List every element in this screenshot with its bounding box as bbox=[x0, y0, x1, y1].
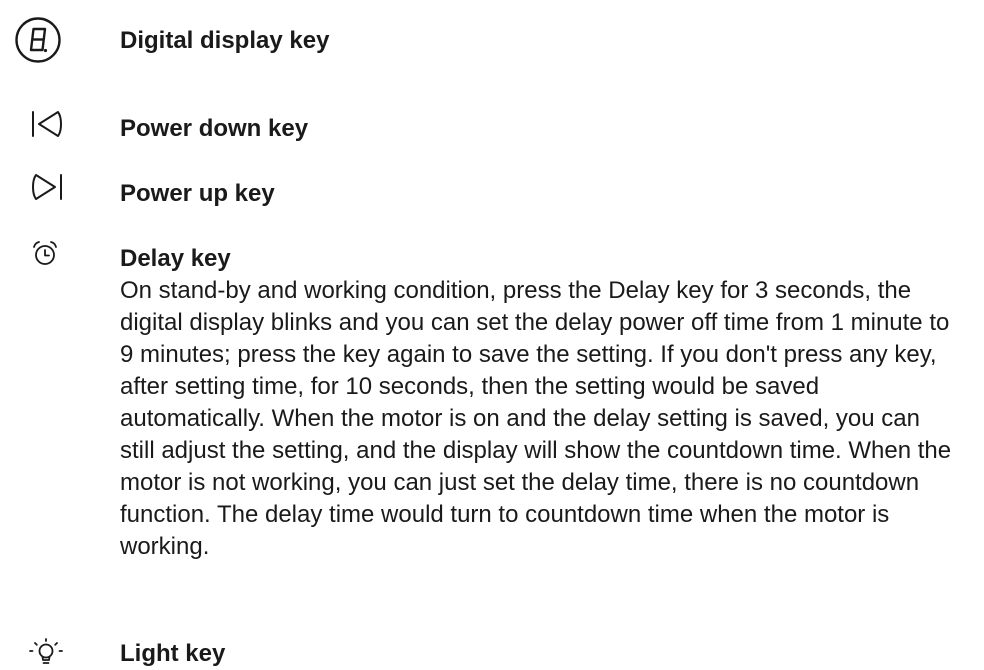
manual-item-power-up: Power up key bbox=[0, 173, 984, 213]
item-title: Light key bbox=[120, 640, 226, 667]
item-title: Delay key bbox=[120, 245, 231, 272]
light-bulb-icon bbox=[29, 638, 63, 664]
power-up-icon bbox=[32, 174, 62, 200]
item-title: Power down key bbox=[120, 115, 309, 142]
item-title: Power up key bbox=[120, 180, 275, 207]
manual-item-digital-display: Digital display key bbox=[0, 16, 984, 66]
alarm-clock-icon bbox=[33, 241, 57, 265]
power-down-icon bbox=[32, 111, 62, 137]
manual-item-light: Light key bbox=[0, 637, 984, 670]
item-title: Digital display key bbox=[120, 27, 330, 54]
manual-item-delay: Delay key On stand-by and working condit… bbox=[0, 239, 984, 609]
manual-item-power-down: Power down key bbox=[0, 110, 984, 150]
digital-display-icon bbox=[15, 17, 61, 63]
item-description: On stand-by and working condition, press… bbox=[120, 277, 952, 560]
